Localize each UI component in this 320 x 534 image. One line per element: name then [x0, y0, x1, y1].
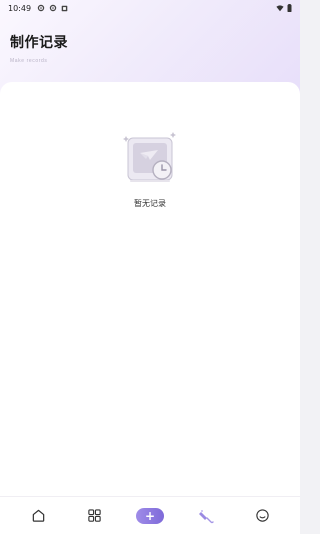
profile-icon: [255, 509, 269, 522]
status-notification-icons: [37, 4, 68, 12]
page-header: 制作记录 Make records: [10, 32, 68, 64]
nav-add[interactable]: +: [134, 504, 166, 528]
page-title: 制作记录: [10, 35, 68, 51]
wifi-icon: [276, 5, 284, 12]
battery-icon: [287, 4, 292, 12]
page-subtitle: Make records: [10, 58, 48, 64]
home-icon: [32, 509, 44, 522]
add-button[interactable]: +: [136, 507, 164, 524]
settings-status-icon: [49, 4, 57, 12]
nav-records[interactable]: [190, 504, 222, 528]
nav-profile[interactable]: [246, 504, 278, 528]
brush-icon: [199, 509, 214, 523]
status-bar: 10:49: [0, 0, 300, 16]
nav-categories[interactable]: [78, 504, 110, 528]
add-icon: +: [144, 508, 156, 523]
empty-state: 暂无记录: [0, 128, 300, 209]
grid-icon: [87, 509, 101, 522]
app-status-icon: [61, 5, 68, 11]
nav-home[interactable]: [22, 504, 54, 528]
empty-records-icon: [123, 132, 176, 182]
empty-state-message: 暂无记录: [134, 199, 166, 208]
bottom-nav: +: [0, 496, 300, 534]
gear-status-icon: [37, 4, 45, 12]
status-time: 10:49: [8, 3, 32, 13]
